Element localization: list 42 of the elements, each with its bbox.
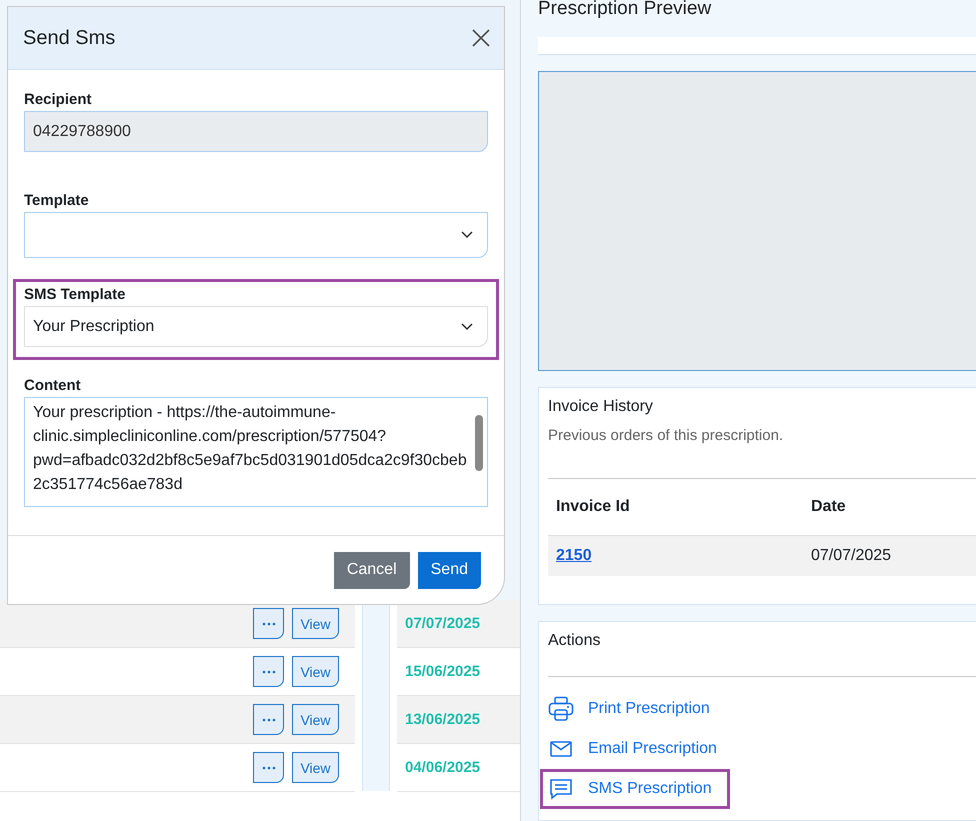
- view-button[interactable]: View: [292, 752, 339, 783]
- more-icon: [262, 718, 276, 722]
- column-header: Date: [811, 498, 846, 516]
- action-link[interactable]: Print Prescription: [588, 700, 710, 718]
- more-icon: [262, 622, 276, 626]
- field-label: Content: [24, 377, 82, 394]
- more-icon: [262, 766, 276, 770]
- action-link[interactable]: SMS Prescription: [588, 780, 712, 798]
- send-button[interactable]: Send: [418, 552, 481, 588]
- field-label: Recipient: [24, 91, 93, 108]
- table-cell: 07/07/2025: [811, 547, 892, 565]
- cancel-button[interactable]: Cancel: [334, 552, 410, 588]
- more-button[interactable]: [253, 656, 284, 687]
- view-button[interactable]: View: [292, 608, 339, 639]
- close-icon[interactable]: [472, 29, 490, 47]
- chevron-down-icon: [461, 231, 473, 239]
- invoice-link[interactable]: 2150: [548, 547, 811, 565]
- field-label: Template: [24, 192, 90, 209]
- date-text: 13/06/2025: [405, 711, 480, 728]
- panel-title: Prescription Preview: [538, 0, 712, 19]
- action-link[interactable]: Email Prescription: [588, 740, 717, 758]
- view-button[interactable]: View: [292, 704, 339, 735]
- date-text: 15/06/2025: [405, 663, 480, 680]
- envelope-icon: [548, 741, 574, 757]
- field-label: SMS Template: [24, 286, 126, 303]
- more-button[interactable]: [253, 704, 284, 735]
- chevron-down-icon: [461, 322, 473, 330]
- template-dropdown[interactable]: Your Prescription: [24, 306, 488, 347]
- printer-icon: [548, 696, 574, 722]
- more-button[interactable]: [253, 608, 284, 639]
- card-description: Previous orders of this prescription.: [548, 427, 784, 444]
- card-title: Invoice History: [548, 398, 654, 416]
- more-icon: [262, 670, 276, 674]
- column-header: Invoice Id: [555, 498, 631, 516]
- date-text: 07/07/2025: [405, 615, 480, 632]
- content-field[interactable]: Your prescription - https://the-autoimmune-clinic.simplecliniconline.com/prescription/577504?pwd=afbadc032d2bf8c5e9af7bc5d031901d05dca2c9f30cbeb2c351774c56ae783d: [24, 397, 488, 507]
- dialog-title: Send Sms: [23, 26, 116, 50]
- view-button[interactable]: View: [292, 656, 339, 687]
- date-text: 04/06/2025: [405, 759, 480, 776]
- more-button[interactable]: [253, 752, 284, 783]
- card-title: Actions: [548, 632, 602, 650]
- chat-icon: [548, 778, 574, 800]
